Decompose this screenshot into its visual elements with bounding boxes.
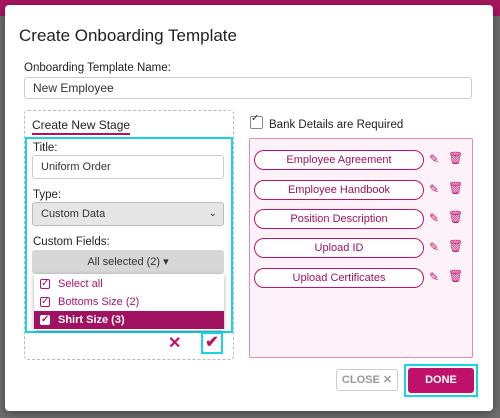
template-name-input[interactable]: New Employee bbox=[24, 77, 472, 99]
custom-fields-summary: All selected (2) bbox=[87, 256, 161, 268]
done-button[interactable]: DONE bbox=[408, 368, 474, 393]
close-x-icon: ✕ bbox=[382, 374, 393, 386]
trash-icon[interactable]: 🗑 bbox=[448, 151, 463, 165]
edit-icon[interactable]: ✎ bbox=[429, 182, 439, 196]
trash-icon[interactable]: 🗑 bbox=[448, 269, 463, 283]
chevron-down-icon: ⌄ bbox=[208, 208, 217, 219]
stage-pill-employee-agreement[interactable]: Employee Agreement bbox=[254, 150, 424, 170]
bank-details-checkbox[interactable]: Bank Details are Required bbox=[250, 113, 404, 131]
stage-pill-upload-id[interactable]: Upload ID bbox=[254, 238, 424, 258]
close-button-label: CLOSE bbox=[341, 374, 380, 386]
stage-title-input[interactable]: Uniform Order bbox=[32, 155, 224, 179]
option-select-all[interactable]: Select all bbox=[34, 275, 224, 293]
checkbox-icon bbox=[250, 113, 263, 129]
checkbox-icon bbox=[40, 293, 50, 311]
edit-icon[interactable]: ✎ bbox=[429, 240, 439, 254]
template-name-label: Onboarding Template Name: bbox=[24, 62, 171, 74]
option-label: Bottoms Size (2) bbox=[58, 296, 140, 308]
stage-pill-upload-certificates[interactable]: Upload Certificates bbox=[254, 268, 424, 288]
close-button[interactable]: CLOSE ✕ bbox=[336, 369, 398, 391]
cancel-stage-x-icon[interactable]: ✕ bbox=[168, 333, 181, 353]
option-label: Shirt Size (3) bbox=[58, 314, 125, 326]
stage-type-select[interactable]: Custom Data ⌄ bbox=[32, 202, 224, 226]
option-bottoms-size[interactable]: Bottoms Size (2) bbox=[34, 293, 224, 311]
checkbox-icon bbox=[40, 275, 50, 293]
option-label: Select all bbox=[58, 278, 103, 290]
checkbox-icon bbox=[40, 311, 50, 329]
edit-icon[interactable]: ✎ bbox=[429, 211, 439, 225]
edit-icon[interactable]: ✎ bbox=[429, 152, 439, 166]
confirm-stage-checkmark-icon[interactable]: ✔ bbox=[201, 332, 223, 354]
create-stage-heading: Create New Stage bbox=[32, 118, 131, 135]
custom-fields-dropdown: Select all Bottoms Size (2) Shirt Size (… bbox=[34, 274, 224, 330]
stage-pill-position-description[interactable]: Position Description bbox=[254, 209, 424, 229]
stage-title-label: Title: bbox=[33, 142, 58, 154]
trash-icon[interactable]: 🗑 bbox=[448, 181, 463, 195]
trash-icon[interactable]: 🗑 bbox=[448, 239, 463, 253]
edit-icon[interactable]: ✎ bbox=[429, 270, 439, 284]
caret-down-icon: ▾ bbox=[163, 256, 169, 268]
bank-details-label: Bank Details are Required bbox=[269, 119, 404, 131]
modal-title: Create Onboarding Template bbox=[19, 26, 237, 45]
stage-pill-employee-handbook[interactable]: Employee Handbook bbox=[254, 180, 424, 200]
custom-fields-label: Custom Fields: bbox=[33, 236, 110, 248]
stage-type-value: Custom Data bbox=[41, 208, 106, 220]
custom-fields-multiselect[interactable]: All selected (2) ▾ bbox=[32, 250, 224, 274]
stage-type-label: Type: bbox=[33, 189, 62, 201]
trash-icon[interactable]: 🗑 bbox=[448, 210, 463, 224]
option-shirt-size[interactable]: Shirt Size (3) bbox=[34, 311, 224, 329]
